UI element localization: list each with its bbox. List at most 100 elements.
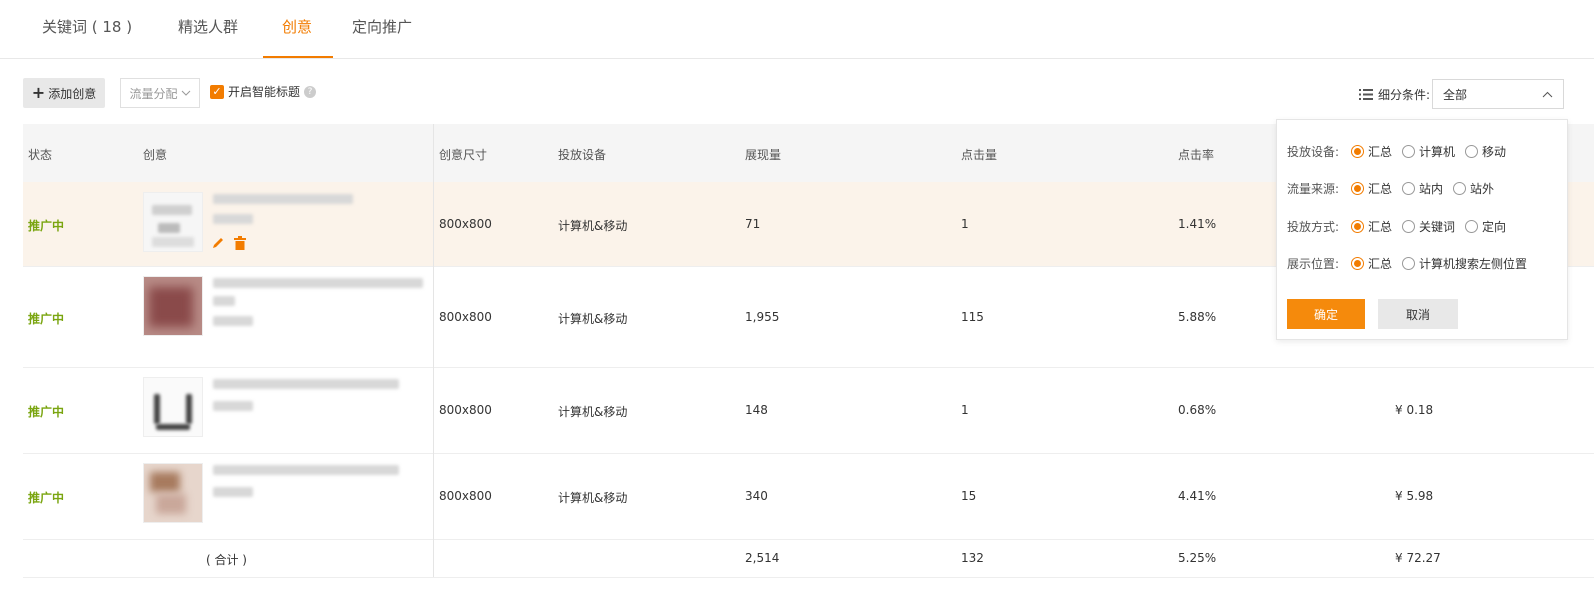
edit-icon[interactable] [211,236,225,250]
filter-device-label: 投放设备: [1287,145,1340,159]
tab-selected-audience[interactable]: 精选人群 [178,16,238,37]
col-status: 状态 [28,148,53,162]
creative-title-blurred [213,194,353,204]
filter-label-text: 细分条件: [1378,88,1431,102]
ctr-value: 5.88% [1178,310,1217,324]
filter-position-label: 展示位置: [1287,257,1340,271]
total-ctr: 5.25% [1178,551,1217,565]
creative-title-blurred [213,379,399,389]
creative-title-blurred [213,296,235,306]
traffic-allocation-label: 流量分配 [129,86,178,101]
ctr-value: 1.41% [1178,217,1217,231]
chevron-down-icon [181,90,190,96]
radio-method-targeted[interactable]: 定向 [1465,218,1506,235]
status-text: 推广中 [28,219,65,233]
total-impressions: 2,514 [745,551,780,565]
clicks-value: 1 [961,217,969,231]
total-cost: ¥ 72.27 [1395,551,1441,565]
checkbox-checked-icon[interactable]: ✓ [210,84,224,99]
filter-method-label: 投放方式: [1287,220,1340,234]
tab-bar: 关键词 ( 18 ) 精选人群 创意 定向推广 [0,0,1594,59]
col-device: 投放设备 [558,148,607,162]
total-row: ( 合计 ) 2,514 132 5.25% ¥ 72.27 [23,539,1594,578]
filter-source-label: 流量来源: [1287,182,1340,196]
list-icon [1359,89,1373,100]
size-value: 800x800 [439,310,492,324]
impressions-value: 1,955 [745,310,780,324]
impressions-value: 148 [745,403,768,417]
creative-thumbnail[interactable] [143,463,203,523]
active-tab-indicator [263,56,333,58]
smart-title-label: 开启智能标题 [228,85,301,99]
table-row[interactable]: 推广中 800x800 计算机&移动 340 15 4.41% ¥ 5.98 [23,453,1594,540]
cost-value: ¥ 0.18 [1395,403,1434,417]
col-size: 创意尺寸 [439,148,488,162]
cost-value: ¥ 5.98 [1395,489,1434,503]
creative-thumbnail[interactable] [143,192,203,252]
size-value: 800x800 [439,217,492,231]
add-creative-button[interactable]: + 添加创意 [23,78,105,108]
filter-dropdown[interactable]: 全部 [1432,79,1564,109]
filter-method-row: 投放方式: 汇总 关键词 定向 [1287,218,1516,235]
delete-icon[interactable] [234,236,246,250]
col-impressions: 展现量 [745,148,782,162]
tab-targeted-promotion[interactable]: 定向推广 [352,16,412,37]
creative-subtitle-blurred [213,316,253,326]
size-value: 800x800 [439,489,492,503]
device-value: 计算机&移动 [558,219,628,233]
status-text: 推广中 [28,312,65,326]
impressions-value: 71 [745,217,761,231]
clicks-value: 1 [961,403,969,417]
ctr-value: 0.68% [1178,403,1217,417]
radio-source-internal[interactable]: 站内 [1402,180,1443,197]
creative-title-blurred [213,278,423,288]
smart-title-toggle[interactable]: ✓ 开启智能标题 ? [210,83,317,100]
impressions-value: 340 [745,489,768,503]
radio-method-all[interactable]: 汇总 [1351,218,1392,235]
radio-position-search-left[interactable]: 计算机搜索左侧位置 [1402,255,1527,272]
clicks-value: 115 [961,310,984,324]
creative-subtitle-blurred [213,401,253,411]
total-label: ( 合计 ) [206,553,247,567]
filter-value: 全部 [1443,87,1468,102]
creative-thumbnail[interactable] [143,276,203,336]
confirm-button[interactable]: 确定 [1287,299,1365,329]
filter-device-row: 投放设备: 汇总 计算机 移动 [1287,143,1516,160]
cancel-button[interactable]: 取消 [1378,299,1458,329]
creative-subtitle-blurred [213,487,253,497]
radio-source-external[interactable]: 站外 [1453,180,1494,197]
filter-popup: 投放设备: 汇总 计算机 移动 流量来源: 汇总 站内 站外 投放方式: 汇总 … [1276,119,1568,340]
col-creative: 创意 [143,148,168,162]
creative-title-blurred [213,465,399,475]
plus-icon: + [31,83,46,102]
radio-device-mobile[interactable]: 移动 [1465,143,1506,160]
device-value: 计算机&移动 [558,491,628,505]
chevron-up-icon [1542,91,1553,97]
total-clicks: 132 [961,551,984,565]
col-clicks: 点击量 [961,148,998,162]
add-creative-label: 添加创意 [48,86,97,101]
filter-label: 细分条件: [1359,86,1430,103]
radio-device-all[interactable]: 汇总 [1351,143,1392,160]
clicks-value: 15 [961,489,977,503]
tab-creative[interactable]: 创意 [282,16,312,37]
traffic-allocation-dropdown[interactable]: 流量分配 [120,78,200,108]
ctr-value: 4.41% [1178,489,1217,503]
radio-method-keyword[interactable]: 关键词 [1402,218,1455,235]
size-value: 800x800 [439,403,492,417]
radio-source-all[interactable]: 汇总 [1351,180,1392,197]
tab-keywords[interactable]: 关键词 ( 18 ) [42,16,132,37]
filter-source-row: 流量来源: 汇总 站内 站外 [1287,180,1504,197]
device-value: 计算机&移动 [558,405,628,419]
status-text: 推广中 [28,491,65,505]
creative-thumbnail[interactable] [143,377,203,437]
creative-subtitle-blurred [213,214,253,224]
radio-position-all[interactable]: 汇总 [1351,255,1392,272]
status-text: 推广中 [28,405,65,419]
radio-device-computer[interactable]: 计算机 [1402,143,1455,160]
frozen-column-divider [433,124,434,577]
col-ctr: 点击率 [1178,148,1215,162]
help-icon[interactable]: ? [304,85,317,98]
table-row[interactable]: 推广中 800x800 计算机&移动 148 1 0.68% ¥ 0.18 [23,367,1594,454]
device-value: 计算机&移动 [558,312,628,326]
